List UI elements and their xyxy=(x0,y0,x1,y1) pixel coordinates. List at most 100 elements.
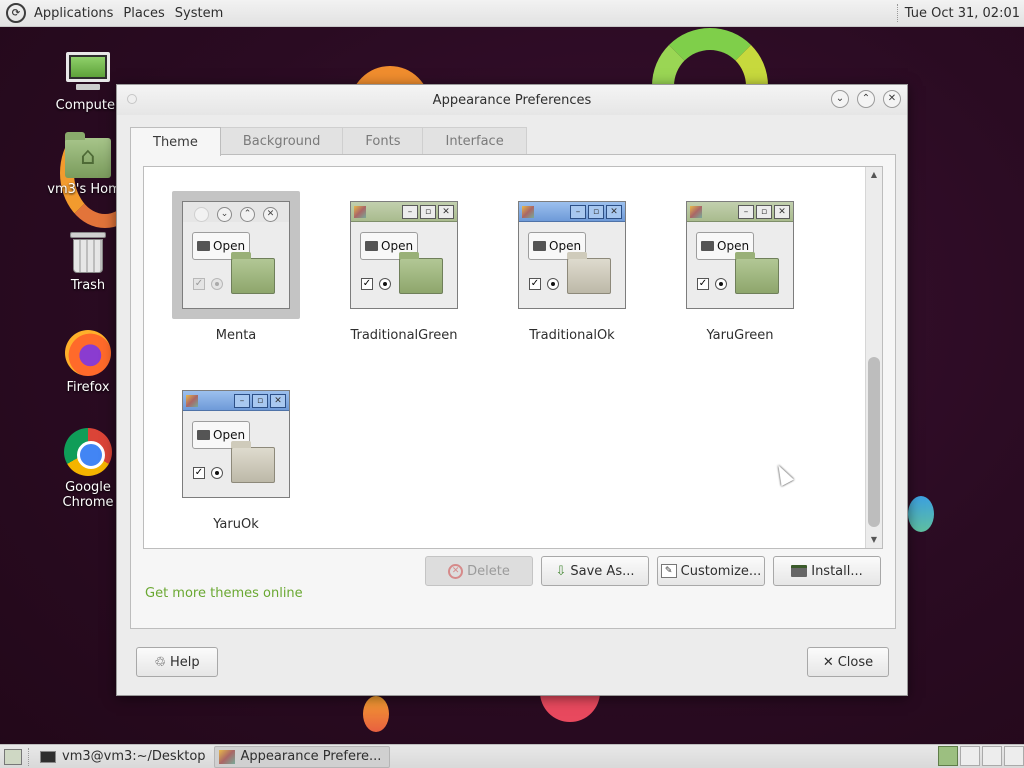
radio-icon xyxy=(379,278,391,290)
preview-open-label: Open xyxy=(381,239,414,253)
close-window-button[interactable]: ✕ xyxy=(883,90,901,108)
workspace-4[interactable] xyxy=(1004,746,1024,766)
tab-interface[interactable]: Interface xyxy=(422,127,527,155)
workspace-1[interactable] xyxy=(938,746,958,766)
minimize-icon: – xyxy=(402,204,418,219)
desktop-icon-label: Firefox xyxy=(66,380,110,395)
window-controls: ⌄ ⌃ ✕ xyxy=(831,90,901,108)
wallpaper-blue-shape xyxy=(908,496,934,532)
delete-button[interactable]: ✕ Delete xyxy=(425,556,533,586)
theme-selection-frame: – ▫ ✕ Open ✓ xyxy=(676,191,804,319)
maximize-icon: ▫ xyxy=(252,393,268,408)
theme-list-scrollbar[interactable]: ▲ ▼ xyxy=(865,167,882,548)
bottom-taskbar: vm3@vm3:~/Desktop Appearance Prefere... xyxy=(0,744,1024,768)
preview-open-label: Open xyxy=(213,428,246,442)
theme-item-menta[interactable]: ⌄ ⌃ ✕ Open ✓ Menta xyxy=(152,191,320,343)
show-desktop-icon[interactable] xyxy=(4,748,22,765)
install-icon xyxy=(791,565,808,577)
customize-icon: ✎ xyxy=(660,564,677,578)
preview-titlebar: – ▫ ✕ xyxy=(519,202,625,222)
save-as-button[interactable]: ⇩ Save As... xyxy=(541,556,649,586)
appearance-app-icon xyxy=(218,749,235,764)
theme-grid: ⌄ ⌃ ✕ Open ✓ Menta – ▫ ✕ Open ✓ Traditio… xyxy=(144,167,866,548)
preview-open-label: Open xyxy=(549,239,582,253)
minimize-button[interactable]: ⌄ xyxy=(831,90,849,108)
workspace-2[interactable] xyxy=(960,746,980,766)
chevron-down-icon: ⌄ xyxy=(835,93,845,104)
scroll-up-arrow-icon[interactable]: ▲ xyxy=(866,167,882,183)
theme-preview: – ▫ ✕ Open ✓ xyxy=(686,201,794,309)
theme-preview: ⌄ ⌃ ✕ Open ✓ xyxy=(182,201,290,309)
theme-name: YaruOk xyxy=(213,517,259,532)
save-as-label: Save As... xyxy=(570,563,635,579)
folder-icon xyxy=(231,441,275,483)
theme-item-traditionalgreen[interactable]: – ▫ ✕ Open ✓ TraditionalGreen xyxy=(320,191,488,343)
close-icon: ✕ xyxy=(606,204,622,219)
trash-icon xyxy=(70,232,106,274)
checkbox-icon: ✓ xyxy=(193,278,205,290)
delete-icon: ✕ xyxy=(448,563,464,579)
help-label: Help xyxy=(170,654,200,670)
maximize-button[interactable]: ⌃ xyxy=(857,90,875,108)
scrollbar-thumb[interactable] xyxy=(868,357,880,527)
folder-open-icon xyxy=(533,241,546,251)
menu-system[interactable]: System xyxy=(173,6,225,21)
tab-theme[interactable]: Theme xyxy=(130,127,221,156)
theme-selection-frame: – ▫ ✕ Open ✓ xyxy=(508,191,636,319)
save-icon: ⇩ xyxy=(555,563,567,579)
app-icon xyxy=(186,394,198,407)
desktop-icon-label: Google Chrome xyxy=(62,480,114,510)
mate-logo-icon[interactable]: ⟳ xyxy=(6,3,26,23)
theme-preview: – ▫ ✕ Open ✓ xyxy=(350,201,458,309)
window-menu-icon[interactable] xyxy=(127,94,137,104)
radio-icon xyxy=(547,278,559,290)
scroll-down-arrow-icon[interactable]: ▼ xyxy=(866,532,882,548)
theme-item-yaruok[interactable]: – ▫ ✕ Open ✓ YaruOk xyxy=(152,380,320,532)
taskbar-separator xyxy=(28,747,30,766)
panel-separator xyxy=(896,4,899,22)
theme-selection-frame: – ▫ ✕ Open ✓ xyxy=(340,191,468,319)
close-icon: ✕ xyxy=(887,93,897,104)
top-panel: ⟳ Applications Places System Tue Oct 31,… xyxy=(0,0,1024,27)
menu-applications[interactable]: Applications xyxy=(32,6,115,21)
taskbar-item-terminal[interactable]: vm3@vm3:~/Desktop xyxy=(36,746,214,768)
close-button[interactable]: ✕ Close xyxy=(807,647,889,677)
taskbar-item-label: Appearance Prefere... xyxy=(240,749,382,764)
window-menu-icon xyxy=(194,206,209,222)
theme-item-yarugreen[interactable]: – ▫ ✕ Open ✓ YaruGreen xyxy=(656,191,824,343)
preview-open-label: Open xyxy=(213,239,246,253)
tab-background[interactable]: Background xyxy=(219,127,344,155)
checkbox-icon: ✓ xyxy=(529,278,541,290)
chevron-up-icon: ⌃ xyxy=(240,206,255,222)
close-icon: ✕ xyxy=(270,393,286,408)
folder-icon xyxy=(735,252,779,294)
preview-titlebar: – ▫ ✕ xyxy=(351,202,457,222)
theme-selection-frame: ⌄ ⌃ ✕ Open ✓ xyxy=(172,191,300,319)
menu-places[interactable]: Places xyxy=(121,6,166,21)
theme-selection-frame: – ▫ ✕ Open ✓ xyxy=(172,380,300,508)
workspace-3[interactable] xyxy=(982,746,1002,766)
close-label: Close xyxy=(837,654,874,670)
checkbox-icon: ✓ xyxy=(361,278,373,290)
folder-open-icon xyxy=(197,241,210,251)
more-themes-link[interactable]: Get more themes online xyxy=(145,586,303,601)
theme-preview: – ▫ ✕ Open ✓ xyxy=(182,390,290,498)
home-folder-icon xyxy=(65,132,111,178)
customize-button[interactable]: ✎ Customize... xyxy=(657,556,765,586)
help-button[interactable]: ♲ Help xyxy=(136,647,218,677)
tab-fonts[interactable]: Fonts xyxy=(342,127,424,155)
dialog-titlebar[interactable]: Appearance Preferences ⌄ ⌃ ✕ xyxy=(117,85,907,115)
folder-open-icon xyxy=(365,241,378,251)
theme-item-traditionalok[interactable]: – ▫ ✕ Open ✓ TraditionalOk xyxy=(488,191,656,343)
minimize-icon: – xyxy=(738,204,754,219)
radio-icon xyxy=(715,278,727,290)
taskbar-item-appearance[interactable]: Appearance Prefere... xyxy=(213,745,391,768)
firefox-icon xyxy=(65,330,111,376)
install-button[interactable]: Install... xyxy=(773,556,881,586)
theme-name: YaruGreen xyxy=(706,328,774,343)
folder-open-icon xyxy=(701,241,714,251)
theme-name: Menta xyxy=(215,328,257,343)
clock[interactable]: Tue Oct 31, 02:01 xyxy=(905,6,1020,21)
tab-bar: Theme Background Fonts Interface xyxy=(130,127,527,156)
desktop-icon-label: Trash xyxy=(70,278,106,293)
